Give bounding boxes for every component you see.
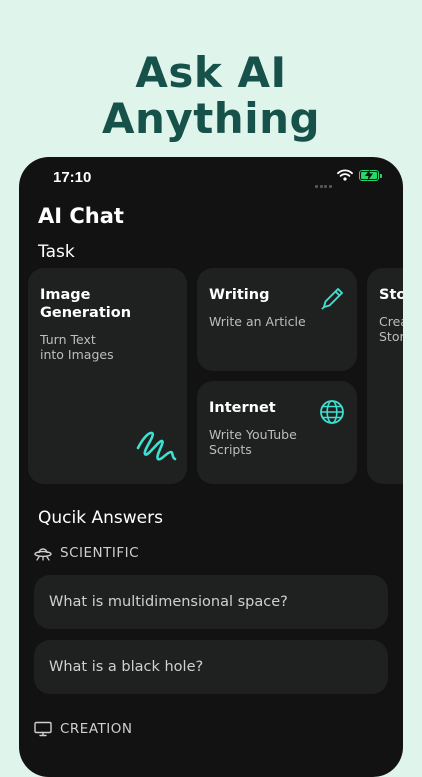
headline-line-2: Anything bbox=[101, 94, 321, 143]
task-card-subtitle: Turn Text into Images bbox=[40, 332, 114, 362]
task-card-partial[interactable]: Sto Crea Stor bbox=[367, 268, 403, 484]
task-card-writing[interactable]: Writing Write an Article bbox=[197, 268, 357, 371]
monitor-icon bbox=[34, 721, 52, 737]
app-title: AI Chat bbox=[38, 204, 124, 228]
category-creation: CREATION bbox=[34, 721, 132, 737]
category-scientific: SCIENTIFIC bbox=[34, 545, 139, 561]
task-card-subtitle: Write an Article bbox=[209, 314, 306, 329]
task-card-internet[interactable]: Internet Write YouTube Scripts bbox=[197, 381, 357, 484]
scribble-icon bbox=[136, 431, 177, 461]
task-card-image-generation[interactable]: Image Generation Turn Text into Images bbox=[28, 268, 187, 484]
headline-line-1: Ask AI bbox=[135, 48, 287, 97]
globe-icon bbox=[320, 400, 344, 424]
quick-answers-title: Qucik Answers bbox=[38, 508, 163, 528]
headline: Ask AI Anything bbox=[0, 50, 422, 142]
pencil-icon bbox=[321, 288, 343, 310]
quick-question[interactable]: What is a black hole? bbox=[34, 640, 388, 694]
task-card-subtitle: Crea Stor bbox=[379, 314, 403, 344]
category-label: SCIENTIFIC bbox=[60, 545, 140, 561]
wifi-icon bbox=[337, 169, 353, 181]
status-time: 17:10 bbox=[53, 169, 92, 186]
task-section-title: Task bbox=[38, 242, 75, 262]
signal-icon bbox=[315, 175, 333, 193]
ufo-icon bbox=[34, 548, 52, 561]
quick-question[interactable]: What is multidimensional space? bbox=[34, 575, 388, 629]
status-bar: 17:10 bbox=[19, 157, 403, 197]
task-card-title: Image Generation bbox=[40, 287, 132, 321]
phone-screen: 17:10 AI Chat Task Image Generation Turn… bbox=[19, 157, 403, 777]
battery-charging-icon bbox=[359, 169, 382, 181]
task-card-subtitle: Write YouTube Scripts bbox=[209, 427, 297, 457]
task-card-title: Sto bbox=[379, 287, 403, 303]
category-label: CREATION bbox=[60, 721, 133, 737]
